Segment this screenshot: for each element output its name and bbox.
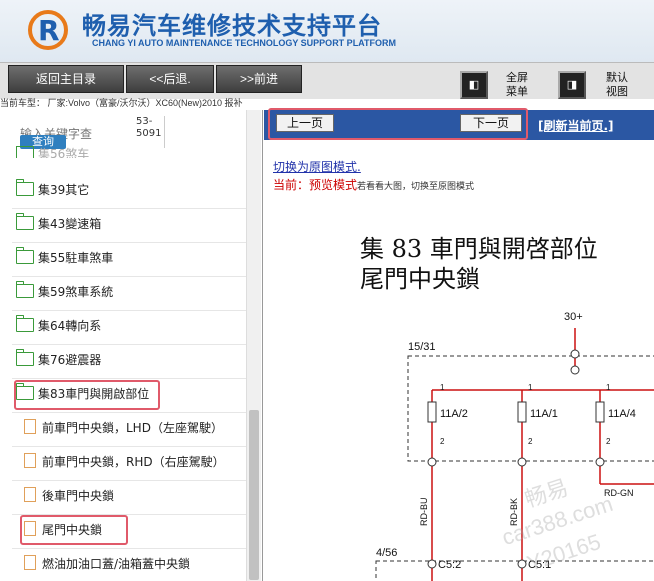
search-code: 53- 5091 (136, 116, 165, 148)
svg-text:2: 2 (528, 437, 533, 446)
document-icon (24, 453, 36, 468)
highlight-box (20, 515, 128, 545)
folder-icon (15, 213, 34, 230)
category-tree-panel: 53-5091 查询 集56煞车 集39其它 集43變速箱 集55駐車煞車 集5… (0, 110, 263, 581)
label-rd-bu: RD-BU (419, 498, 429, 527)
document-icon (24, 555, 36, 570)
svg-text:R: R (38, 14, 60, 47)
folder-icon (15, 179, 34, 196)
home-button[interactable]: 返回主目录 (8, 65, 124, 93)
highlight-box (268, 108, 528, 140)
tree-folder[interactable]: 集64轉向系 (15, 310, 101, 342)
logo-icon: R (28, 10, 68, 50)
label-c5-2: C5:2 (438, 559, 461, 571)
tree-folder-partial[interactable]: 集56煞车 (16, 146, 89, 158)
tree-doc[interactable]: 前車門中央鎖，RHD（右座駕駛） (24, 446, 225, 478)
tree-folder[interactable]: 集55駐車煞車 (15, 242, 113, 274)
toolbar: 返回主目录 <<后退. >>前进 ◧ 全屏 菜单 ◨ 默认 视图 (0, 62, 654, 99)
fullscreen-label[interactable]: 全屏 菜单 (506, 71, 528, 99)
document-icon (24, 487, 36, 502)
svg-text:1: 1 (606, 383, 611, 392)
label-4-56: 4/56 (376, 547, 397, 559)
folder-icon (15, 349, 34, 366)
switch-original-link[interactable]: 切换为原图模式. (273, 158, 361, 175)
scroll-thumb[interactable] (249, 410, 259, 580)
tree-folder[interactable]: 集39其它 (15, 174, 89, 206)
app-header: R 畅易汽车维修技术支持平台 CHANG YI AUTO MAINTENANCE… (0, 0, 654, 62)
svg-text:2: 2 (440, 437, 445, 446)
app-title: 畅易汽车维修技术支持平台 (82, 12, 382, 40)
svg-text:1: 1 (440, 383, 445, 392)
tree-folder[interactable]: 集59煞車系統 (15, 276, 113, 308)
highlight-box (14, 380, 160, 410)
diagram-title: 集 83 車門與開啓部位 尾門中央鎖 (360, 235, 598, 293)
label-11A-1: 11A/1 (530, 408, 558, 420)
back-button[interactable]: <<后退. (126, 65, 214, 93)
tree-doc[interactable]: 燃油加油口蓋/油箱蓋中央鎖 (24, 548, 190, 580)
app-subtitle: CHANG YI AUTO MAINTENANCE TECHNOLOGY SUP… (92, 38, 397, 48)
folder-icon (15, 247, 34, 264)
folder-icon (15, 281, 34, 298)
default-view-icon[interactable]: ◨ (558, 71, 586, 99)
label-11A-4: 11A/4 (608, 408, 636, 420)
document-icon (24, 419, 36, 434)
folder-icon (15, 315, 34, 332)
mode-status: 当前：预览模式若看看大图，切换至原图模式 (273, 178, 475, 192)
current-vehicle: 当前车型： 厂家:Volvo（富豪/沃尔沃）XC60(New)2010 报补 (0, 98, 243, 108)
svg-text:1: 1 (528, 383, 533, 392)
label-15-31: 15/31 (408, 341, 436, 353)
svg-text:2: 2 (606, 437, 611, 446)
diagram-viewer: 上一页 下一页 [刷新当前页.] 切换为原图模式. 当前：预览模式若看看大图，切… (264, 108, 654, 581)
label-30plus: 30+ (564, 311, 583, 323)
refresh-link[interactable]: [刷新当前页.] (538, 117, 614, 134)
tree-folder[interactable]: 集43變速箱 (15, 208, 101, 240)
page-nav-bar: 上一页 下一页 [刷新当前页.] (264, 108, 654, 140)
label-11A-2: 11A/2 (440, 408, 468, 420)
forward-button[interactable]: >>前进 (216, 65, 302, 93)
folder-icon (16, 146, 34, 158)
tree-folder[interactable]: 集76避震器 (15, 344, 101, 376)
tree-scrollbar[interactable] (246, 110, 261, 581)
tree-doc[interactable]: 後車門中央鎖 (24, 480, 114, 512)
default-view-label[interactable]: 默认 视图 (606, 71, 628, 99)
fullscreen-icon[interactable]: ◧ (460, 71, 488, 99)
tree-doc[interactable]: 前車門中央鎖，LHD（左座駕駛） (24, 412, 223, 444)
